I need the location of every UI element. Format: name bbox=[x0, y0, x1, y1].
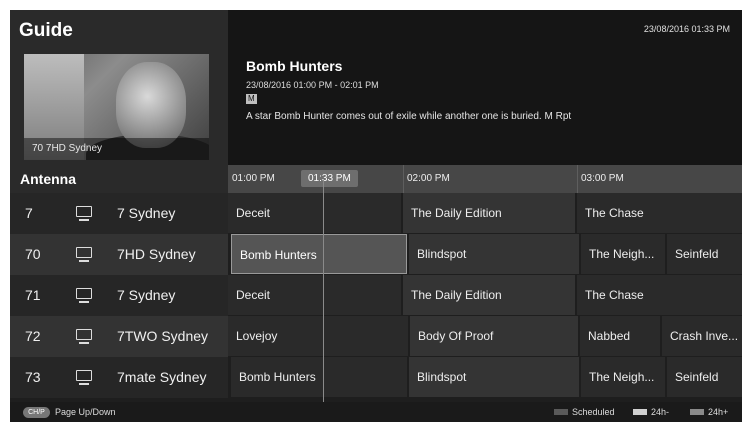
tv-icon bbox=[76, 288, 92, 303]
time-divider bbox=[403, 165, 404, 193]
program-row: Bomb Hunters Blindspot The Neigh... Sein… bbox=[228, 234, 742, 275]
program-row: Bomb Hunters Blindspot The Neigh... Sein… bbox=[228, 357, 742, 398]
legend-label-24h-plus: 24h+ bbox=[708, 407, 729, 417]
program-cell-selected[interactable]: Bomb Hunters bbox=[231, 234, 407, 274]
tv-icon bbox=[76, 206, 92, 221]
channel-number: 73 bbox=[25, 369, 41, 385]
tv-icon bbox=[76, 370, 92, 385]
program-details: 23/08/2016 01:33 PM Bomb Hunters 23/08/2… bbox=[228, 10, 742, 165]
preview-figure-head bbox=[116, 62, 186, 148]
channel-name: 7TWO Sydney bbox=[117, 328, 209, 344]
program-cell[interactable]: The Neigh... bbox=[581, 234, 665, 274]
channel-row[interactable]: 71 7 Sydney bbox=[10, 275, 228, 316]
live-preview-video[interactable]: 70 7HD Sydney bbox=[24, 54, 209, 160]
channel-row[interactable]: 73 7mate Sydney bbox=[10, 357, 228, 398]
channel-number: 7 bbox=[25, 205, 33, 221]
timeline-header: 01:00 PM 01:33 PM 02:00 PM 03:00 PM › bbox=[228, 165, 742, 193]
program-cell[interactable]: Deceit bbox=[228, 193, 401, 233]
rating-badge: M bbox=[246, 94, 257, 104]
time-label-3: 03:00 PM bbox=[581, 173, 624, 184]
program-cell[interactable]: The Chase bbox=[577, 193, 742, 233]
time-divider bbox=[577, 165, 578, 193]
program-cell[interactable]: Lovejoy bbox=[228, 316, 408, 356]
time-label-1: 01:00 PM bbox=[232, 173, 275, 184]
program-cell[interactable]: Deceit bbox=[228, 275, 401, 315]
channel-name: 7 Sydney bbox=[117, 287, 176, 303]
channel-name: 7mate Sydney bbox=[117, 369, 207, 385]
channel-name: 7HD Sydney bbox=[117, 246, 196, 262]
source-label: Antenna bbox=[10, 165, 228, 193]
legend-swatch-24h-plus bbox=[690, 409, 704, 415]
program-cell[interactable]: The Neigh... bbox=[581, 357, 665, 397]
current-time-badge: 01:33 PM bbox=[301, 170, 358, 187]
time-label-2: 02:00 PM bbox=[407, 173, 450, 184]
left-panel: Guide 70 7HD Sydney bbox=[10, 10, 228, 165]
tv-icon bbox=[76, 329, 92, 344]
clock: 23/08/2016 01:33 PM bbox=[643, 24, 730, 34]
program-time: 23/08/2016 01:00 PM - 02:01 PM bbox=[246, 80, 379, 90]
program-cell[interactable]: Bomb Hunters bbox=[231, 357, 407, 397]
channel-page-key-icon: CH/P bbox=[23, 407, 50, 418]
page-title: Guide bbox=[19, 20, 73, 41]
channel-number: 72 bbox=[25, 328, 41, 344]
tv-guide-screen: Guide 70 7HD Sydney 23/08/2016 01:33 PM … bbox=[10, 10, 742, 422]
program-description: A star Bomb Hunter comes out of exile wh… bbox=[246, 111, 572, 122]
channel-number: 70 bbox=[25, 246, 41, 262]
program-cell[interactable]: The Daily Edition bbox=[403, 275, 575, 315]
program-cell[interactable]: Body Of Proof bbox=[410, 316, 578, 356]
channel-row[interactable]: 7 7 Sydney bbox=[10, 193, 228, 234]
program-row: Lovejoy Body Of Proof Nabbed Crash Inve.… bbox=[228, 316, 742, 357]
channel-row[interactable]: 72 7TWO Sydney bbox=[10, 316, 228, 357]
legend-label-24h-minus: 24h- bbox=[651, 407, 670, 417]
program-title: Bomb Hunters bbox=[246, 58, 343, 74]
legend-swatch-24h-minus bbox=[633, 409, 647, 415]
program-row: Deceit The Daily Edition The Chase bbox=[228, 193, 742, 234]
program-cell[interactable]: Crash Inve... bbox=[662, 316, 742, 356]
program-cell[interactable]: Nabbed bbox=[580, 316, 660, 356]
tv-icon bbox=[76, 247, 92, 262]
program-cell[interactable]: Blindspot bbox=[409, 234, 579, 274]
program-cell[interactable]: The Chase bbox=[577, 275, 742, 315]
program-cell[interactable]: The Daily Edition bbox=[403, 193, 575, 233]
legend-label-scheduled: Scheduled bbox=[572, 407, 615, 417]
program-cell[interactable]: Seinfeld bbox=[667, 234, 742, 274]
channel-number: 71 bbox=[25, 287, 41, 303]
channel-row[interactable]: 70 7HD Sydney bbox=[10, 234, 228, 275]
current-time-indicator bbox=[323, 180, 324, 402]
footer-bar: CH/P Page Up/Down Scheduled 24h- 24h+ bbox=[10, 402, 742, 422]
program-row: Deceit The Daily Edition The Chase bbox=[228, 275, 742, 316]
program-cell[interactable]: Blindspot bbox=[409, 357, 579, 397]
preview-channel-caption: 70 7HD Sydney bbox=[24, 138, 209, 160]
legend-swatch-scheduled bbox=[554, 409, 568, 415]
page-up-down-hint: Page Up/Down bbox=[55, 407, 116, 417]
channel-name: 7 Sydney bbox=[117, 205, 176, 221]
program-cell[interactable]: Seinfeld bbox=[667, 357, 742, 397]
